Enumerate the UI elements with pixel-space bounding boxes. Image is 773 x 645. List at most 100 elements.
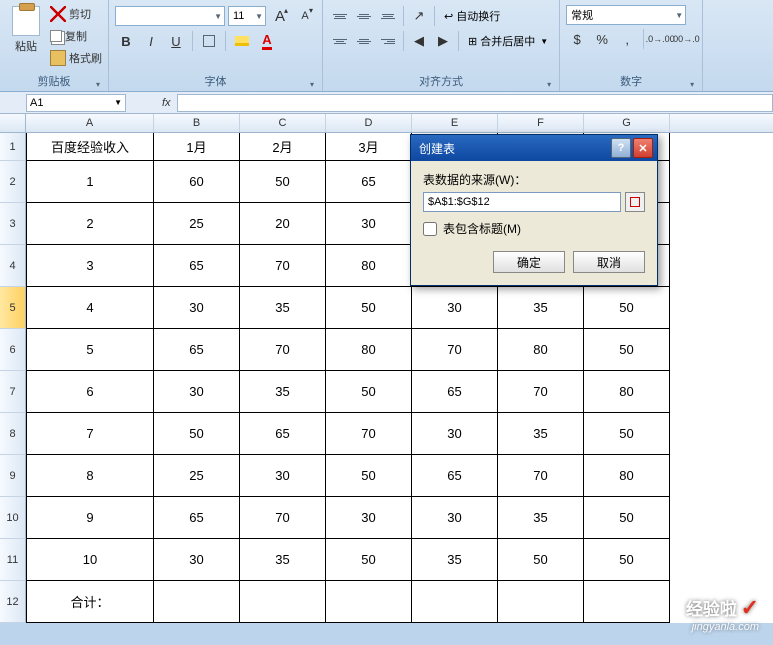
cell[interactable]: 65 xyxy=(154,329,240,371)
italic-button[interactable]: I xyxy=(140,30,162,52)
cell[interactable]: 25 xyxy=(154,455,240,497)
paste-button[interactable]: 粘贴 xyxy=(6,2,46,71)
help-button[interactable]: ? xyxy=(611,138,631,158)
formula-input[interactable] xyxy=(177,94,773,112)
align-top-button[interactable] xyxy=(329,5,351,27)
cell[interactable]: 20 xyxy=(240,203,326,245)
cell[interactable]: 合计： xyxy=(26,581,154,623)
cell[interactable]: 80 xyxy=(584,455,670,497)
row-header-5[interactable]: 5 xyxy=(0,287,26,329)
cell[interactable]: 65 xyxy=(412,455,498,497)
cell[interactable]: 6 xyxy=(26,371,154,413)
row-header-2[interactable]: 2 xyxy=(0,161,26,203)
cell[interactable]: 65 xyxy=(412,371,498,413)
cell[interactable]: 30 xyxy=(326,497,412,539)
cell[interactable]: 80 xyxy=(326,245,412,287)
col-header-D[interactable]: D xyxy=(326,114,412,132)
cell[interactable]: 7 xyxy=(26,413,154,455)
cell[interactable]: 30 xyxy=(326,203,412,245)
cell[interactable]: 30 xyxy=(412,413,498,455)
align-left-button[interactable] xyxy=(329,30,351,52)
cell[interactable]: 65 xyxy=(326,161,412,203)
cell[interactable]: 80 xyxy=(498,329,584,371)
cell[interactable]: 30 xyxy=(154,371,240,413)
cell[interactable]: 50 xyxy=(584,497,670,539)
cell[interactable] xyxy=(584,581,670,623)
cell[interactable]: 50 xyxy=(240,161,326,203)
col-header-E[interactable]: E xyxy=(412,114,498,132)
cell[interactable]: 30 xyxy=(240,455,326,497)
format-painter-button[interactable]: 格式刷 xyxy=(50,48,102,68)
currency-button[interactable]: $ xyxy=(566,28,588,50)
increase-indent-button[interactable]: ▶ xyxy=(432,30,454,52)
cell[interactable]: 70 xyxy=(240,497,326,539)
font-size-combo[interactable]: 11▼ xyxy=(228,6,266,26)
cell[interactable]: 50 xyxy=(584,329,670,371)
cell[interactable]: 35 xyxy=(240,371,326,413)
cell[interactable]: 35 xyxy=(240,539,326,581)
cell[interactable] xyxy=(240,581,326,623)
row-header-8[interactable]: 8 xyxy=(0,413,26,455)
cell[interactable]: 70 xyxy=(240,245,326,287)
row-header-4[interactable]: 4 xyxy=(0,245,26,287)
cell[interactable] xyxy=(498,581,584,623)
cell[interactable]: 3月 xyxy=(326,133,412,161)
cell[interactable]: 1 xyxy=(26,161,154,203)
close-button[interactable]: ✕ xyxy=(633,138,653,158)
row-header-6[interactable]: 6 xyxy=(0,329,26,371)
row-header-7[interactable]: 7 xyxy=(0,371,26,413)
cell[interactable]: 1月 xyxy=(154,133,240,161)
cell[interactable]: 65 xyxy=(154,245,240,287)
cell[interactable]: 50 xyxy=(584,287,670,329)
cell[interactable]: 10 xyxy=(26,539,154,581)
underline-button[interactable]: U xyxy=(165,30,187,52)
cancel-button[interactable]: 取消 xyxy=(573,251,645,273)
row-header-9[interactable]: 9 xyxy=(0,455,26,497)
source-input[interactable] xyxy=(423,192,621,212)
align-right-button[interactable] xyxy=(377,30,399,52)
cell[interactable]: 50 xyxy=(154,413,240,455)
cell[interactable] xyxy=(412,581,498,623)
orientation-button[interactable]: ↗ xyxy=(408,5,430,27)
cell[interactable]: 50 xyxy=(584,539,670,581)
cell[interactable]: 35 xyxy=(498,413,584,455)
row-header-10[interactable]: 10 xyxy=(0,497,26,539)
cell[interactable] xyxy=(154,581,240,623)
cell[interactable]: 70 xyxy=(412,329,498,371)
font-name-combo[interactable]: ▼ xyxy=(115,6,225,26)
col-header-B[interactable]: B xyxy=(154,114,240,132)
cell[interactable]: 50 xyxy=(326,371,412,413)
cell[interactable] xyxy=(326,581,412,623)
row-header-3[interactable]: 3 xyxy=(0,203,26,245)
comma-button[interactable]: , xyxy=(616,28,638,50)
row-header-11[interactable]: 11 xyxy=(0,539,26,581)
copy-button[interactable]: 复制 xyxy=(50,26,102,46)
cell[interactable]: 35 xyxy=(412,539,498,581)
cell[interactable]: 50 xyxy=(498,539,584,581)
cell[interactable]: 4 xyxy=(26,287,154,329)
ok-button[interactable]: 确定 xyxy=(493,251,565,273)
row-header-12[interactable]: 12 xyxy=(0,581,26,623)
merge-center-button[interactable]: ⊞合并后居中▼ xyxy=(463,30,553,52)
col-header-F[interactable]: F xyxy=(498,114,584,132)
cell[interactable]: 80 xyxy=(326,329,412,371)
number-format-combo[interactable]: 常规▼ xyxy=(566,5,686,25)
name-box[interactable]: A1▼ xyxy=(26,94,126,112)
font-color-button[interactable]: A xyxy=(256,30,278,52)
col-header-G[interactable]: G xyxy=(584,114,670,132)
align-middle-button[interactable] xyxy=(353,5,375,27)
border-button[interactable] xyxy=(198,30,220,52)
decrease-font-button[interactable]: A▾ xyxy=(294,5,316,27)
col-header-A[interactable]: A xyxy=(26,114,154,132)
cell[interactable]: 8 xyxy=(26,455,154,497)
cell[interactable]: 5 xyxy=(26,329,154,371)
cell[interactable]: 70 xyxy=(326,413,412,455)
increase-font-button[interactable]: A▴ xyxy=(269,5,291,27)
cell[interactable]: 50 xyxy=(326,455,412,497)
range-picker-button[interactable] xyxy=(625,192,645,212)
cell[interactable]: 65 xyxy=(154,497,240,539)
bold-button[interactable]: B xyxy=(115,30,137,52)
align-center-button[interactable] xyxy=(353,30,375,52)
cell[interactable]: 2月 xyxy=(240,133,326,161)
fill-color-button[interactable] xyxy=(231,30,253,52)
